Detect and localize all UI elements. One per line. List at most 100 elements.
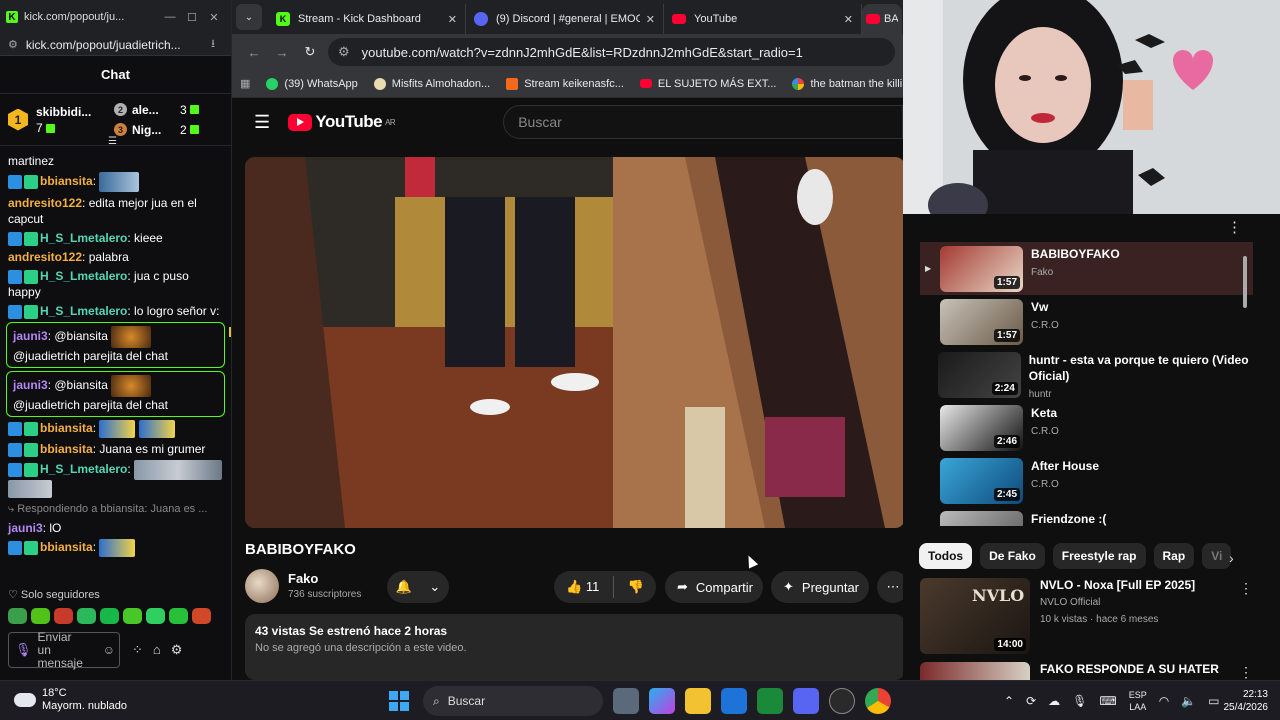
bookmark-item[interactable]: the batman the killi...: [792, 77, 903, 90]
emote-button[interactable]: [54, 608, 73, 624]
expand-leaderboard-icon[interactable]: ☰: [108, 136, 117, 147]
taskbar-clock[interactable]: 22:13 25/4/2026: [1206, 688, 1269, 714]
chat-username[interactable]: jauni3: [13, 378, 48, 392]
description-box[interactable]: 43 vistas Se estrenó hace 2 horas No se …: [245, 614, 903, 680]
playlist-item[interactable]: ▶ 1:57 BABIBOYFAKO Fako: [920, 242, 1253, 295]
channel-name[interactable]: Fako: [288, 571, 318, 586]
chat-username[interactable]: andresito122: [8, 250, 82, 264]
wifi-icon[interactable]: ◠: [1159, 694, 1169, 708]
chip-all[interactable]: Todos: [919, 543, 973, 569]
apps-icon[interactable]: ▦: [240, 77, 250, 90]
chat-username[interactable]: jauni3: [13, 329, 48, 343]
subscribe-notification-button[interactable]: 🔔 ⌄: [387, 571, 449, 603]
taskbar-search[interactable]: ⌕ Buscar: [423, 686, 603, 716]
emote-button[interactable]: [31, 608, 50, 624]
tab-babiboyfako[interactable]: BAB: [862, 4, 902, 34]
maximize-icon[interactable]: ☐: [181, 11, 203, 24]
tab-close-icon[interactable]: ✕: [448, 13, 457, 26]
playlist-item[interactable]: 2:45 After House C.R.O: [920, 454, 1253, 507]
chat-username[interactable]: H_S_Lmetalero: [40, 462, 127, 476]
task-view-icon[interactable]: [613, 688, 639, 714]
tab-kick-dashboard[interactable]: K Stream - Kick Dashboard ✕: [268, 4, 466, 34]
chrome-icon[interactable]: [865, 688, 891, 714]
chat-input[interactable]: 🎙 Enviar un mensaje ☺: [8, 630, 120, 669]
bookmark-item[interactable]: (39) WhatsApp: [266, 77, 358, 90]
onedrive-icon[interactable]: ☁: [1048, 694, 1060, 708]
playlist-item[interactable]: Friendzone :(: [920, 507, 1253, 526]
leader-second[interactable]: 2 ale... 3: [114, 100, 199, 120]
emote-button[interactable]: [169, 608, 188, 624]
share-button[interactable]: ➦ Compartir: [665, 571, 763, 603]
chat-settings-icon[interactable]: ⚙: [171, 642, 183, 658]
obs-icon[interactable]: [829, 688, 855, 714]
copilot-icon[interactable]: [649, 688, 675, 714]
chip-from-channel[interactable]: De Fako: [980, 543, 1045, 569]
chat-username[interactable]: andresito122: [8, 196, 82, 210]
playlist-item[interactable]: 2:46 Keta C.R.O: [920, 401, 1253, 454]
close-icon[interactable]: ✕: [203, 11, 225, 24]
language-indicator[interactable]: ESP LAA: [1129, 689, 1147, 713]
reload-icon[interactable]: ↻: [296, 44, 324, 60]
emote-button[interactable]: [8, 608, 27, 624]
video-menu-icon[interactable]: ⋮: [1239, 580, 1253, 597]
leader-first[interactable]: skibbidi... 7: [36, 105, 114, 135]
forward-icon[interactable]: →: [268, 45, 296, 60]
emote-button[interactable]: [192, 608, 211, 624]
chat-actions-icon[interactable]: ⁘: [132, 642, 143, 658]
chip-freestyle-rap[interactable]: Freestyle rap: [1052, 543, 1146, 569]
bookmark-item[interactable]: Stream keikenasfc...: [506, 77, 624, 90]
site-info-icon[interactable]: ⚙: [338, 44, 350, 60]
channel-avatar[interactable]: [245, 569, 279, 603]
youtube-logo[interactable]: YouTube AR: [288, 112, 396, 132]
bookmark-item[interactable]: Misfits Almohadon...: [373, 77, 490, 90]
tab-search-icon[interactable]: ⌄: [236, 4, 262, 30]
tab-close-icon[interactable]: ✕: [646, 13, 655, 26]
ask-button[interactable]: ✦ Preguntar: [771, 571, 869, 603]
tab-close-icon[interactable]: ✕: [844, 13, 853, 26]
chat-username[interactable]: jauni3: [8, 521, 43, 535]
recommended-video[interactable]: NVLO 14:00 NVLO - Noxa [Full EP 2025] NV…: [920, 578, 1270, 654]
emote-button[interactable]: [146, 608, 165, 624]
bookmark-item[interactable]: EL SUJETO MÁS EXT...: [639, 78, 776, 90]
chip-more[interactable]: Vi: [1202, 543, 1232, 569]
weather-widget[interactable]: 18°C Mayorm. nublado: [10, 687, 127, 713]
minimize-icon[interactable]: —: [159, 11, 181, 23]
like-button[interactable]: 👍 11: [566, 579, 599, 595]
leader-third[interactable]: 3 Nig... 2: [114, 120, 199, 140]
playlist-item[interactable]: 1:57 Vw C.R.O: [920, 295, 1253, 348]
chat-username[interactable]: bbiansita: [40, 540, 93, 554]
tab-discord[interactable]: (9) Discord | #general | EMOGA... ✕: [466, 4, 664, 34]
chat-username[interactable]: bbiansita: [40, 421, 93, 435]
more-actions-button[interactable]: ⋯: [877, 571, 903, 603]
excel-icon[interactable]: [757, 688, 783, 714]
tray-app-icon[interactable]: ⟳: [1026, 694, 1036, 708]
microphone-icon[interactable]: 🎙: [15, 642, 32, 658]
tab-youtube[interactable]: YouTube ✕: [664, 4, 862, 34]
emote-button[interactable]: [123, 608, 142, 624]
word-icon[interactable]: [721, 688, 747, 714]
playlist-item[interactable]: 2:24 huntr - esta va porque te quiero (V…: [920, 348, 1253, 401]
dislike-button[interactable]: 👎: [628, 579, 644, 595]
chip-rap[interactable]: Rap: [1153, 543, 1195, 569]
menu-icon[interactable]: ☰: [254, 112, 288, 133]
playlist-scrollbar[interactable]: [1243, 256, 1247, 308]
emote-button[interactable]: [77, 608, 96, 624]
emoji-icon[interactable]: ☺: [103, 643, 115, 657]
chat-username[interactable]: H_S_Lmetalero: [40, 304, 127, 318]
chat-username[interactable]: H_S_Lmetalero: [40, 269, 127, 283]
reply-context[interactable]: ⤷ Respondiendo a bbiansita: Juana es ...: [8, 501, 223, 517]
search-input[interactable]: Buscar: [503, 105, 903, 139]
volume-icon[interactable]: 🔈: [1181, 694, 1196, 708]
site-settings-icon[interactable]: ⚙: [8, 38, 18, 51]
chat-username[interactable]: H_S_Lmetalero: [40, 231, 127, 245]
download-icon[interactable]: ⭳: [211, 35, 215, 54]
chat-username[interactable]: bbiansita: [40, 174, 93, 188]
omnibox[interactable]: ⚙ youtube.com/watch?v=zdnnJ2mhGdE&list=R…: [328, 38, 895, 66]
kick-url-bar[interactable]: ⚙ kick.com/popout/juadietrich... ⭳: [0, 34, 231, 56]
file-explorer-icon[interactable]: [685, 688, 711, 714]
store-icon[interactable]: ⌂: [153, 642, 161, 658]
video-menu-icon[interactable]: ⋮: [1239, 664, 1253, 680]
back-icon[interactable]: ←: [240, 45, 268, 60]
tray-overflow-icon[interactable]: ⌃: [1004, 694, 1014, 708]
recommended-video[interactable]: FAKO RESPONDE A SU HATER: [920, 662, 1270, 680]
